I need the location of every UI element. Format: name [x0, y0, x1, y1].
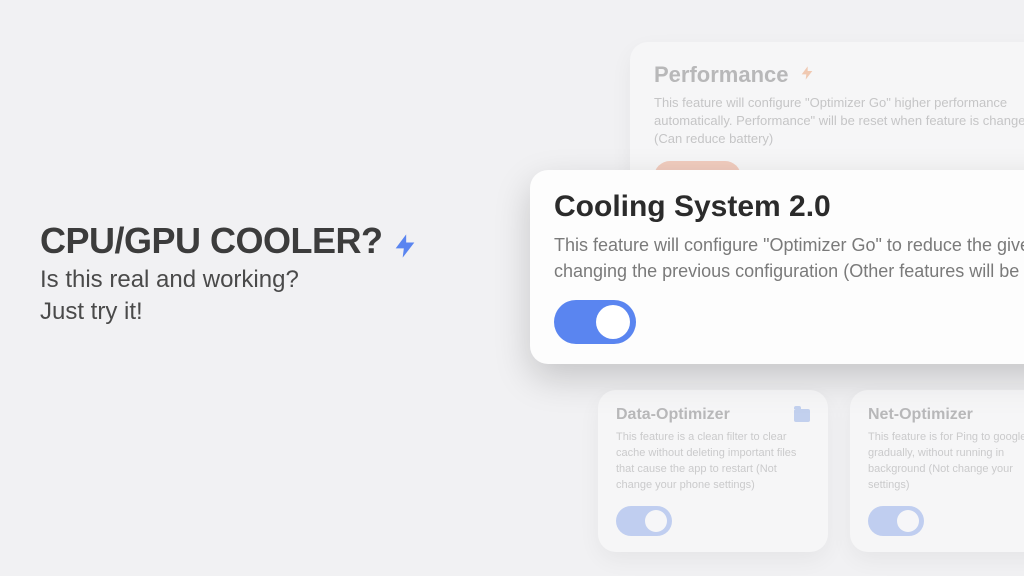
performance-title: Performance [654, 62, 789, 88]
card-data-optimizer: Data-Optimizer This feature is a clean f… [598, 390, 828, 552]
data-optimizer-toggle[interactable] [616, 506, 672, 536]
net-optimizer-title: Net-Optimizer [868, 406, 973, 424]
hero-headline: CPU/GPU COOLER? [40, 220, 419, 262]
toggle-knob [645, 510, 667, 532]
card-net-optimizer: Net-Optimizer This feature is for Ping t… [850, 390, 1024, 552]
bolt-icon [391, 227, 419, 255]
performance-title-row: Performance [654, 62, 1024, 88]
hero-subline-2: Just try it! [40, 298, 419, 326]
net-optimizer-title-row: Net-Optimizer [868, 406, 1024, 424]
net-optimizer-toggle[interactable] [868, 506, 924, 536]
bolt-icon [799, 65, 815, 86]
hero-section: CPU/GPU COOLER? Is this real and working… [40, 220, 419, 326]
toggle-knob [897, 510, 919, 532]
card-cooling: Cooling System 2.0 This feature will con… [530, 170, 1024, 364]
data-optimizer-title-row: Data-Optimizer [616, 406, 810, 424]
data-optimizer-desc: This feature is a clean filter to clear … [616, 430, 810, 494]
cooling-desc: This feature will configure "Optimizer G… [554, 232, 1024, 284]
cooling-toggle[interactable] [554, 300, 636, 344]
cooling-title: Cooling System 2.0 [554, 190, 1024, 224]
performance-desc: This feature will configure "Optimizer G… [654, 94, 1024, 149]
toggle-knob [596, 305, 630, 339]
data-optimizer-title: Data-Optimizer [616, 406, 730, 424]
hero-subline-1: Is this real and working? [40, 266, 419, 294]
hero-headline-text: CPU/GPU COOLER? [40, 220, 383, 262]
net-optimizer-desc: This feature is for Ping to google gradu… [868, 430, 1024, 494]
folder-icon [794, 409, 810, 422]
